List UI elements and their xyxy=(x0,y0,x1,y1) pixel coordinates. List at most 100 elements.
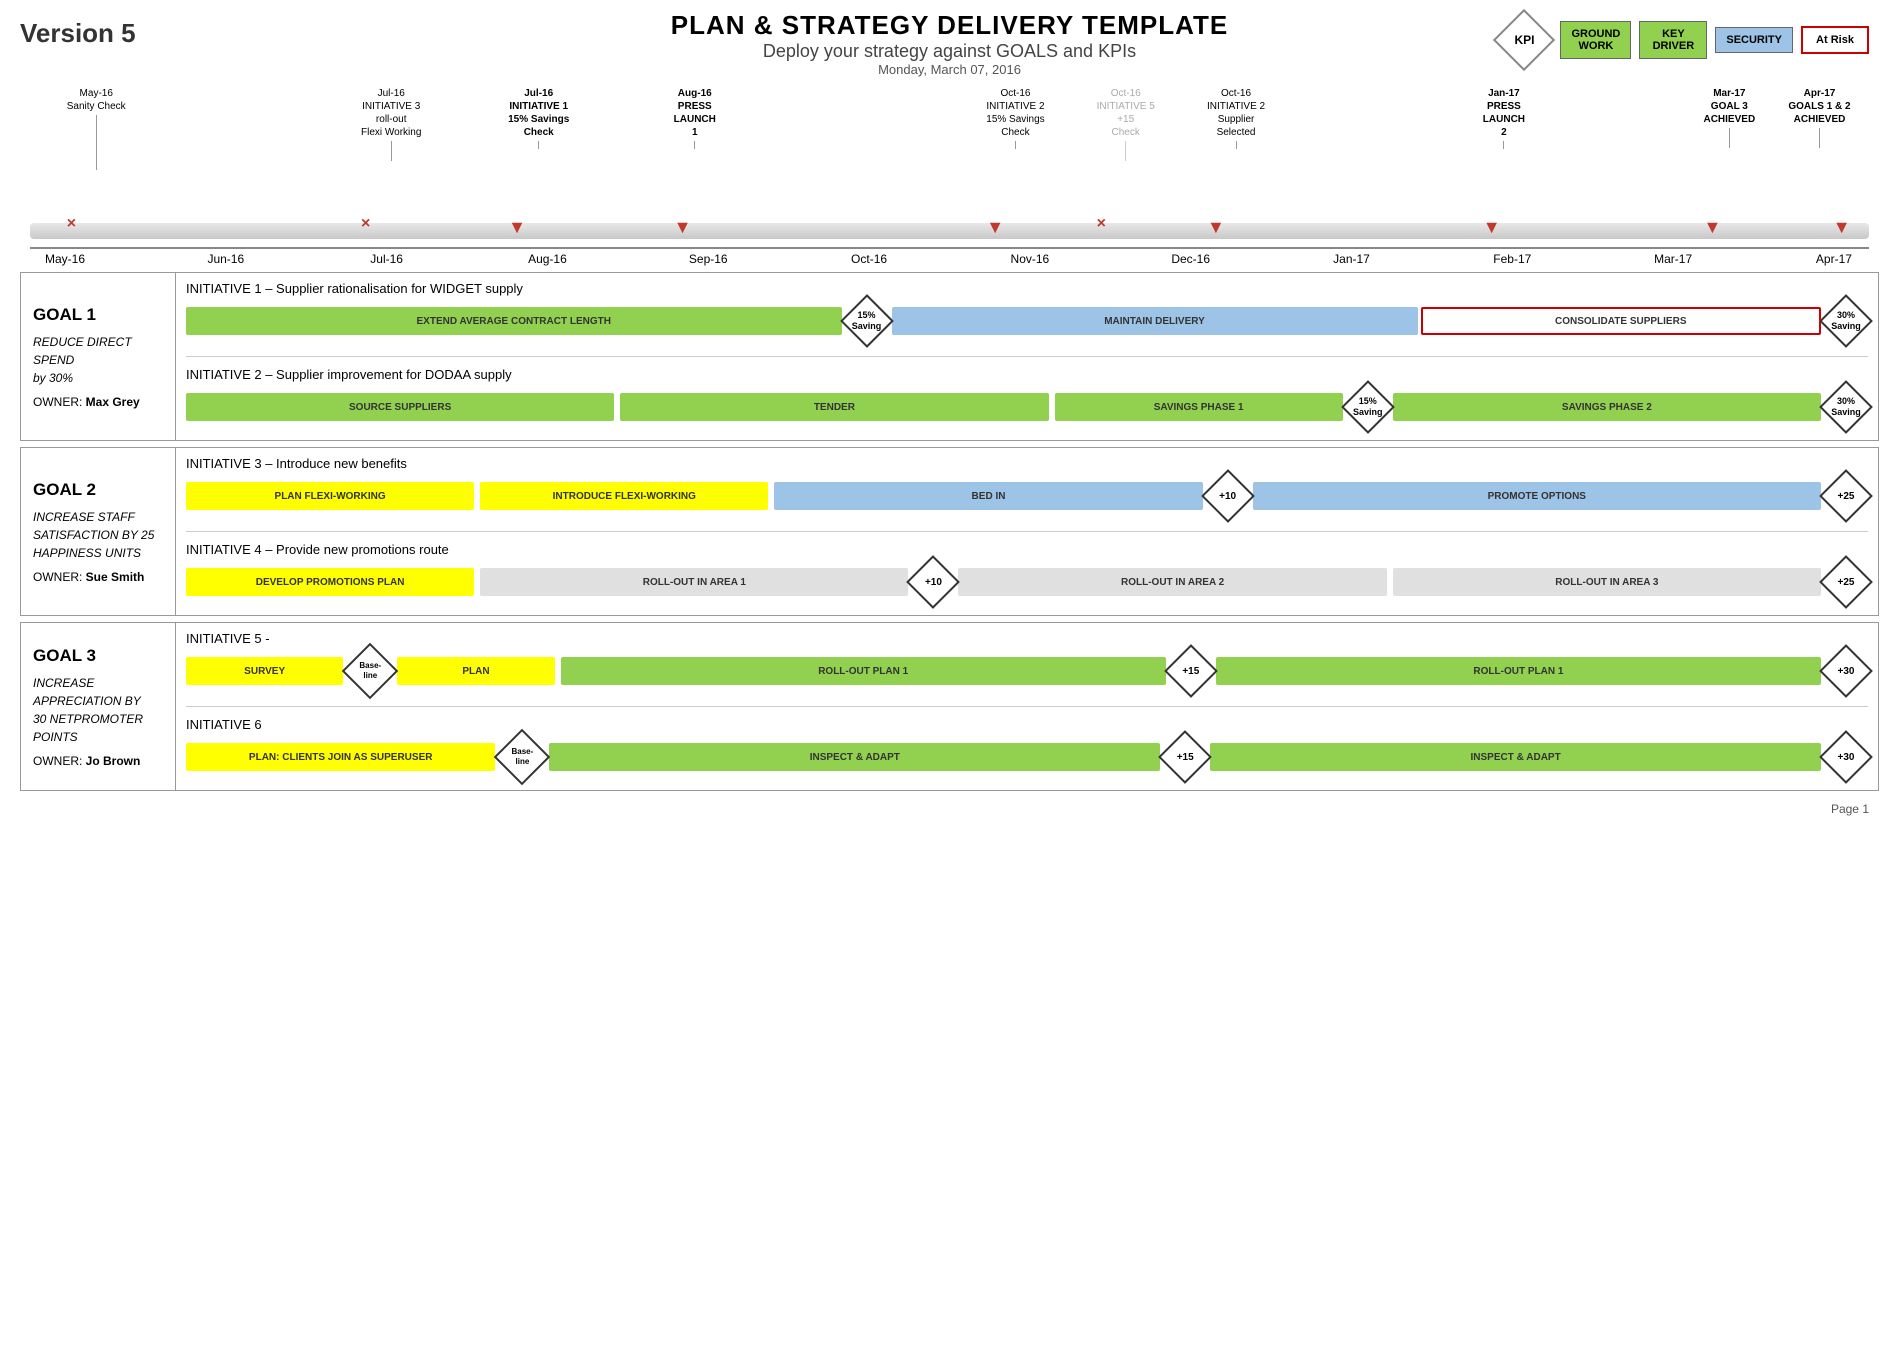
goal2-number: GOAL 2 xyxy=(33,480,163,500)
bar-plan-clients: PLAN: CLIENTS JOIN AS SUPERUSER xyxy=(186,743,495,771)
bar-inspect-adapt-2: INSPECT & ADAPT xyxy=(1210,743,1821,771)
version-label: Version 5 xyxy=(20,18,136,49)
milestone-initiative2-supplier: Oct-16INITIATIVE 2SupplierSelected xyxy=(1207,87,1265,149)
timeline-bar-container: × × ▼ ▼ ▼ × ▼ ▼ ▼ ▼ xyxy=(30,217,1869,247)
initiative5-bars: SURVEY Base-line PLAN ROLL-OUT PLAN 1 +1… xyxy=(186,649,1868,693)
diamond-plus25-1: +25 xyxy=(1824,474,1868,518)
initiative2-container: INITIATIVE 2 – Supplier improvement for … xyxy=(186,367,1868,432)
goal1-main: INITIATIVE 1 – Supplier rationalisation … xyxy=(176,273,1878,440)
bar-savings-phase2: SAVINGS PHASE 2 xyxy=(1393,393,1821,421)
milestone-initiative1-check: Jul-16INITIATIVE 115% SavingsCheck xyxy=(508,87,569,149)
goal3-owner: OWNER: Jo Brown xyxy=(33,754,163,768)
initiative6-container: INITIATIVE 6 PLAN: CLIENTS JOIN AS SUPER… xyxy=(186,717,1868,782)
diamond-15pct-saving-1: 15%Saving xyxy=(845,299,889,343)
marker-arrow-3: ▼ xyxy=(986,217,1004,238)
goal2-sidebar: GOAL 2 INCREASE STAFFSATISFACTION BY 25H… xyxy=(21,448,176,615)
initiative3-container: INITIATIVE 3 – Introduce new benefits PL… xyxy=(186,456,1868,521)
diamond-baseline-2: Base-line xyxy=(498,735,546,779)
initiative5-divider xyxy=(186,706,1868,707)
diamond-plus25-2: +25 xyxy=(1824,560,1868,604)
timeline-bar xyxy=(30,223,1869,239)
goal1-sidebar: GOAL 1 REDUCE DIRECTSPENDby 30% OWNER: M… xyxy=(21,273,176,440)
goal3-sidebar: GOAL 3 INCREASEAPPRECIATION BY30 NETPROM… xyxy=(21,623,176,790)
page-number: Page 1 xyxy=(1831,802,1869,816)
milestone-goal3-achieved: Mar-17GOAL 3ACHIEVED xyxy=(1703,87,1755,148)
goal3-description: INCREASEAPPRECIATION BY30 NETPROMOTERPOI… xyxy=(33,674,163,746)
bar-plan-flexi: PLAN FLEXI-WORKING xyxy=(186,482,474,510)
bar-develop-promotions: DEVELOP PROMOTIONS PLAN xyxy=(186,568,474,596)
kpi-label: KPI xyxy=(1514,33,1534,47)
initiative3-divider xyxy=(186,531,1868,532)
month-nov16: Nov-16 xyxy=(995,252,1065,266)
goal3-section: GOAL 3 INCREASEAPPRECIATION BY30 NETPROM… xyxy=(20,622,1879,791)
sanity-check-label: Sanity Check xyxy=(67,101,126,112)
month-apr17: Apr-17 xyxy=(1799,252,1869,266)
marker-arrow-4: ▼ xyxy=(1207,217,1225,238)
milestone-initiative3-flexi: Jul-16INITIATIVE 3roll-outFlexi Working xyxy=(361,87,421,161)
goal1-description: REDUCE DIRECTSPENDby 30% xyxy=(33,333,163,387)
initiative2-bars: SOURCE SUPPLIERS TENDER SAVINGS PHASE 1 … xyxy=(186,385,1868,429)
footer: Page 1 xyxy=(0,797,1899,821)
goal2-owner: OWNER: Sue Smith xyxy=(33,570,163,584)
bar-survey: SURVEY xyxy=(186,657,343,685)
diamond-plus10-1: +10 xyxy=(1206,474,1250,518)
legend-key-driver: KEYDRIVER xyxy=(1639,21,1707,59)
diamond-plus15-1: +15 xyxy=(1169,649,1213,693)
marker-arrow-6: ▼ xyxy=(1703,217,1721,238)
legend-security: SECURITY xyxy=(1715,27,1793,53)
initiative5-header: INITIATIVE 5 - xyxy=(186,631,1868,646)
diamond-30pct-saving-2: 30%Saving xyxy=(1824,385,1868,429)
month-jan17: Jan-17 xyxy=(1317,252,1387,266)
diamond-plus10-2: +10 xyxy=(911,560,955,604)
bar-promote-options: PROMOTE OPTIONS xyxy=(1253,482,1821,510)
initiative5-container: INITIATIVE 5 - SURVEY Base-line PLAN ROL… xyxy=(186,631,1868,696)
bar-rollout-area1: ROLL-OUT IN AREA 1 xyxy=(480,568,908,596)
goal1-owner-name: Max Grey xyxy=(86,395,140,409)
month-aug16: Aug-16 xyxy=(512,252,582,266)
initiative1-divider xyxy=(186,356,1868,357)
goal2-owner-name: Sue Smith xyxy=(86,570,145,584)
bar-rollout-plan1-i5b: ROLL-OUT PLAN 1 xyxy=(1216,657,1821,685)
month-sep16: Sep-16 xyxy=(673,252,743,266)
initiative3-bars: PLAN FLEXI-WORKING INTRODUCE FLEXI-WORKI… xyxy=(186,474,1868,518)
month-jul16: Jul-16 xyxy=(352,252,422,266)
kpi-diamond: KPI xyxy=(1496,12,1552,68)
diamond-plus30-2: +30 xyxy=(1824,735,1868,779)
marker-arrow-5: ▼ xyxy=(1483,217,1501,238)
timeline-milestones: May-16Sanity Check Jul-16INITIATIVE 3rol… xyxy=(30,87,1869,217)
bar-introduce-flexi: INTRODUCE FLEXI-WORKING xyxy=(480,482,768,510)
milestone-initiative5-check: Oct-16INITIATIVE 5+15Check xyxy=(1097,87,1155,161)
goal2-main: INITIATIVE 3 – Introduce new benefits PL… xyxy=(176,448,1878,615)
bar-extend-contract: EXTEND AVERAGE CONTRACT LENGTH xyxy=(186,307,842,335)
goal2-description: INCREASE STAFFSATISFACTION BY 25HAPPINES… xyxy=(33,508,163,562)
initiative1-container: INITIATIVE 1 – Supplier rationalisation … xyxy=(186,281,1868,346)
initiative4-header: INITIATIVE 4 – Provide new promotions ro… xyxy=(186,542,1868,557)
bar-rollout-area2: ROLL-OUT IN AREA 2 xyxy=(958,568,1386,596)
month-may16: May-16 xyxy=(30,252,100,266)
goal2-section: GOAL 2 INCREASE STAFFSATISFACTION BY 25H… xyxy=(20,447,1879,616)
header: Version 5 PLAN & STRATEGY DELIVERY TEMPL… xyxy=(0,0,1899,82)
diamond-plus15-2: +15 xyxy=(1163,735,1207,779)
marker-arrow-1: ▼ xyxy=(508,217,526,238)
month-feb17: Feb-17 xyxy=(1477,252,1547,266)
marker-arrow-2: ▼ xyxy=(674,217,692,238)
marker-arrow-7: ▼ xyxy=(1833,217,1851,238)
goal3-main: INITIATIVE 5 - SURVEY Base-line PLAN ROL… xyxy=(176,623,1878,790)
goal1-owner: OWNER: Max Grey xyxy=(33,395,163,409)
legend-area: KPI GROUNDWORK KEYDRIVER SECURITY At Ris… xyxy=(1496,12,1869,68)
milestone-initiative2-check: Oct-16INITIATIVE 215% SavingsCheck xyxy=(986,87,1044,149)
bar-consolidate-suppliers: CONSOLIDATE SUPPLIERS xyxy=(1421,307,1822,335)
diamond-15pct-saving-2: 15%Saving xyxy=(1346,385,1390,429)
diamond-baseline-1: Base-line xyxy=(346,649,394,693)
initiative1-header: INITIATIVE 1 – Supplier rationalisation … xyxy=(186,281,1868,296)
goal1-section: GOAL 1 REDUCE DIRECTSPENDby 30% OWNER: M… xyxy=(20,272,1879,441)
month-jun16: Jun-16 xyxy=(191,252,261,266)
initiative2-header: INITIATIVE 2 – Supplier improvement for … xyxy=(186,367,1868,382)
goal1-number: GOAL 1 xyxy=(33,305,163,325)
marker-x-3: × xyxy=(1097,215,1106,233)
initiative4-bars: DEVELOP PROMOTIONS PLAN ROLL-OUT IN AREA… xyxy=(186,560,1868,604)
bar-plan-i5: PLAN xyxy=(397,657,554,685)
initiative3-header: INITIATIVE 3 – Introduce new benefits xyxy=(186,456,1868,471)
legend-at-risk: At Risk xyxy=(1801,26,1869,54)
milestone-goals12-achieved: Apr-17GOALS 1 & 2ACHIEVED xyxy=(1788,87,1850,148)
